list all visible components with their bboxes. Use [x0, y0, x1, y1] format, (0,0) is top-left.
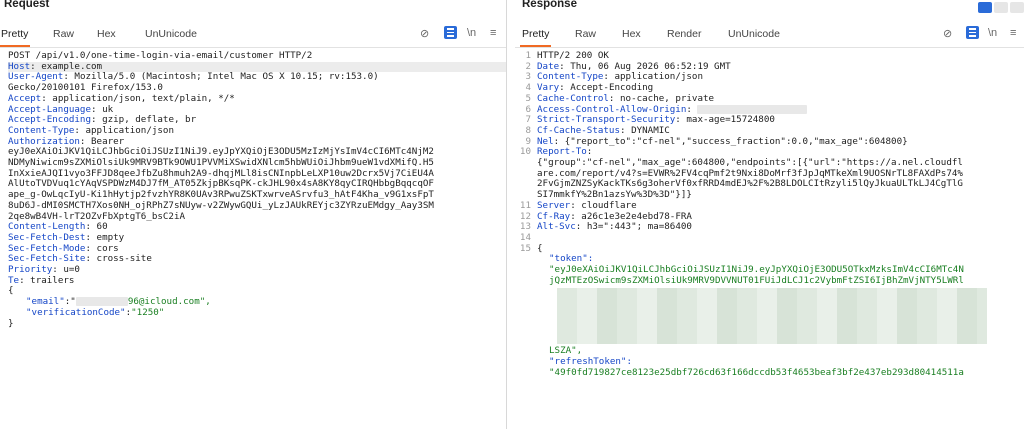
eye-off-icon[interactable]: ⊘ — [943, 27, 952, 40]
line-number: 15 — [519, 242, 531, 254]
header-value: {"report_to":"cf-nel","success_fraction"… — [564, 135, 908, 147]
request-line: Sec-Fetch-Site: cross-site — [8, 254, 506, 265]
line-number: 5 — [525, 92, 531, 104]
json-value-refresh-token: "49f0fd719827ce8123e25dbf726cd63f166dccd… — [549, 366, 964, 378]
header-value: 8uD6J-dMI0SMCTH7Xos0NH_ojRPhZ7sNUyw-v2ZW… — [8, 199, 434, 211]
wrap-icon[interactable] — [444, 26, 457, 39]
menu-icon[interactable]: ≡ — [1010, 27, 1016, 39]
header-value: max-age=15724800 — [686, 114, 775, 126]
line-number — [515, 169, 537, 180]
line-number — [515, 254, 537, 265]
response-line: 5 Cache-Control: no-cache, private — [515, 92, 1024, 105]
response-line: 13 Alt-Svc: h3=":443"; ma=86400 — [515, 222, 1024, 233]
header-separator: : — [19, 274, 31, 286]
response-title: Response — [522, 0, 577, 10]
response-tab-pretty[interactable]: Pretty — [519, 28, 552, 47]
redacted-block — [557, 288, 987, 345]
header-value: cloudflare — [581, 199, 637, 211]
request-panel: Request Pretty Raw Hex UnUnicode ⊘ \n ≡ … — [0, 0, 507, 429]
header-value: { — [8, 285, 14, 297]
response-line: 14 — [515, 232, 1024, 244]
request-editor[interactable]: POST /api/v1.0/one-time-login-via-email/… — [0, 48, 506, 329]
line-number: 11 — [519, 199, 531, 211]
line-number — [515, 346, 537, 357]
response-editor[interactable]: 1 HTTP/2 200 OK 2 Date: Thu, 06 Aug 2026 06… — [515, 48, 1024, 379]
json-line: } — [8, 317, 506, 330]
json-value-token: jQzMTEzOSwicm9sZXMiOlsiUk9MRV9DVVNUT01FU… — [549, 274, 964, 286]
redacted-block — [75, 297, 128, 307]
header-name: Accept — [8, 92, 42, 104]
json-key-code: "verificationCode" — [26, 306, 126, 318]
response-panel: Response Pretty Raw Hex Render UnUnicode… — [515, 0, 1024, 429]
newline-toggle[interactable]: \n — [988, 27, 997, 39]
line-number — [515, 357, 537, 368]
header-separator: : — [85, 253, 97, 265]
line-number — [515, 179, 537, 190]
header-value: application/json, text/plain, */* — [52, 92, 235, 104]
request-tab-ununicode[interactable]: UnUnicode — [145, 28, 197, 40]
header-value: cross-site — [96, 253, 152, 265]
request-tab-raw[interactable]: Raw — [53, 28, 74, 40]
line-number — [515, 368, 537, 379]
header-separator: : — [575, 221, 587, 233]
header-name: Alt-Svc — [537, 221, 576, 233]
request-tabbar: Pretty Raw Hex UnUnicode ⊘ \n ≡ — [0, 20, 506, 48]
response-tab-hex[interactable]: Hex — [622, 28, 641, 40]
request-line: Te: trailers — [8, 274, 506, 287]
split-vertical-icon[interactable] — [994, 2, 1008, 13]
response-tab-render[interactable]: Render — [667, 28, 701, 40]
menu-icon[interactable]: ≡ — [490, 27, 496, 39]
response-line: 11 Server: cloudflare — [515, 199, 1024, 212]
line-number: 10 — [519, 146, 531, 158]
redacted-block — [697, 104, 808, 114]
response-tabbar: Pretty Raw Hex Render UnUnicode ⊘ \n ≡ — [515, 2, 1024, 48]
header-separator: : — [41, 92, 53, 104]
json-line: jQzMTEzOSwicm9sZXMiOlsiUk9MRV9DVVNUT01FU… — [515, 274, 1024, 287]
eye-off-icon[interactable]: ⊘ — [420, 27, 429, 40]
request-tab-pretty[interactable]: Pretty — [0, 28, 31, 47]
header-name: Server — [537, 199, 571, 211]
header-separator: : — [608, 92, 620, 104]
header-value: trailers — [30, 274, 75, 286]
json-line: "49f0fd719827ce8123e25dbf726cd63f166dccd… — [515, 366, 1024, 379]
request-line: Priority: u=0 — [8, 264, 506, 276]
line-number — [515, 158, 537, 169]
header-separator: : — [570, 199, 582, 211]
request-line: { — [8, 286, 506, 297]
line-number — [515, 276, 537, 287]
newline-toggle[interactable]: \n — [467, 27, 476, 39]
response-tab-raw[interactable]: Raw — [575, 28, 596, 40]
header-name: Cache-Control — [537, 92, 609, 104]
request-line: 8uD6J-dMI0SMCTH7Xos0NH_ojRPhZ7sNUyw-v2ZW… — [8, 199, 506, 212]
header-separator: : — [675, 114, 687, 126]
json-close-brace: } — [8, 317, 14, 329]
split-horizontal-icon[interactable] — [978, 2, 992, 13]
layout-buttons — [978, 2, 1024, 13]
request-title: Request — [4, 0, 50, 10]
single-panel-icon[interactable] — [1010, 2, 1024, 13]
wrap-icon[interactable] — [966, 26, 979, 39]
header-value: { — [537, 242, 543, 254]
header-value: h3=":443"; ma=86400 — [586, 221, 692, 233]
response-tab-ununicode[interactable]: UnUnicode — [728, 28, 780, 40]
header-value: no-cache, private — [620, 92, 715, 104]
request-line: Accept: application/json, text/plain, */… — [8, 92, 506, 105]
request-tab-hex[interactable]: Hex — [97, 28, 116, 40]
json-value-code: "1250" — [131, 306, 165, 318]
json-line: "verificationCode": "1250" — [8, 306, 506, 319]
line-number — [515, 265, 537, 276]
